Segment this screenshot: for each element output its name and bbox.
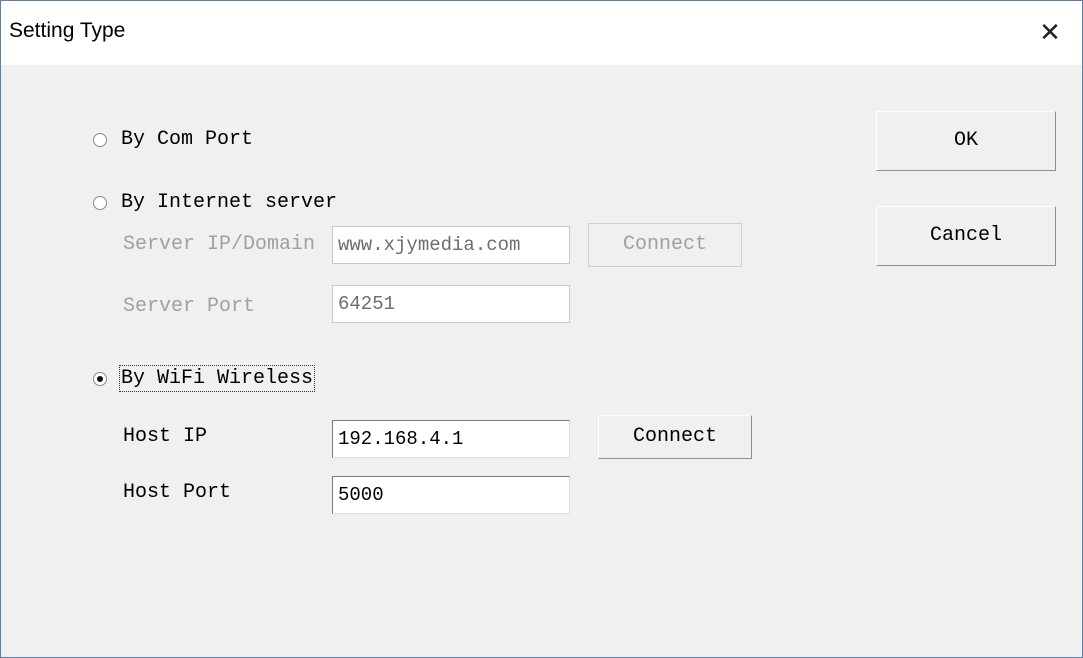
host-port-field[interactable]: 5000 bbox=[332, 476, 570, 514]
server-ip-label: Server IP/Domain bbox=[123, 233, 316, 256]
radio-wifi-wireless-label: By WiFi Wireless bbox=[118, 365, 316, 392]
host-ip-field[interactable]: 192.168.4.1 bbox=[332, 420, 570, 458]
host-ip-label: Host IP bbox=[123, 425, 208, 448]
ok-button[interactable]: OK bbox=[876, 111, 1056, 171]
server-ip-field[interactable]: www.xjymedia.com bbox=[332, 226, 570, 264]
host-port-label: Host Port bbox=[123, 481, 232, 504]
radio-internet-server-label: By Internet server bbox=[121, 191, 338, 214]
host-connect-button[interactable]: Connect bbox=[598, 415, 752, 459]
cancel-button[interactable]: Cancel bbox=[876, 206, 1056, 266]
close-icon[interactable]: ✕ bbox=[1018, 1, 1082, 65]
radio-wifi-wireless[interactable]: By WiFi Wireless bbox=[93, 365, 316, 392]
radio-wifi-wireless-indicator[interactable] bbox=[93, 371, 107, 386]
radio-com-port[interactable]: By Com Port bbox=[93, 128, 253, 151]
radio-internet-server[interactable]: By Internet server bbox=[93, 191, 337, 214]
radio-com-port-label: By Com Port bbox=[121, 128, 254, 151]
server-connect-button[interactable]: Connect bbox=[588, 223, 742, 267]
setting-type-dialog: Setting Type ✕ By Com Port By Internet s… bbox=[0, 0, 1083, 658]
server-port-label: Server Port bbox=[123, 295, 256, 318]
server-port-field[interactable]: 64251 bbox=[332, 285, 570, 323]
title-bar: Setting Type ✕ bbox=[1, 1, 1082, 65]
radio-com-port-indicator[interactable] bbox=[93, 132, 107, 147]
radio-internet-server-indicator[interactable] bbox=[93, 195, 107, 210]
window-title: Setting Type bbox=[9, 19, 126, 42]
